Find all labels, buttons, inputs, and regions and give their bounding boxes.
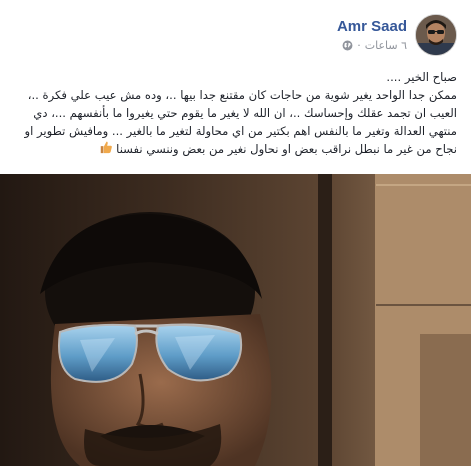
globe-icon[interactable]	[342, 40, 353, 51]
post-line: ممكن جدا الواحد يغير شوية من حاجات كان م…	[27, 88, 457, 102]
post-meta: Amr Saad · ٦ ساعات	[337, 18, 407, 52]
post-line-text: نجاح من غير ما نبطل نراقب بعض او نحاول ن…	[116, 142, 457, 156]
author-avatar[interactable]	[415, 14, 457, 56]
post-line: العيب ان تجمد عقلك وإحساسك ..، ان الله ل…	[33, 106, 457, 120]
post-line: صباح الخير ....	[386, 70, 457, 84]
post-timestamp[interactable]: ٦ ساعات	[365, 39, 407, 52]
post-header: Amr Saad · ٦ ساعات	[337, 14, 457, 56]
separator-dot: ·	[357, 39, 361, 52]
avatar-image	[416, 15, 456, 55]
post-subline: · ٦ ساعات	[337, 39, 407, 52]
thumbs-up-icon	[99, 140, 113, 159]
post-photo[interactable]	[0, 174, 471, 466]
post-line: منتهي العدالة وتغير ما بالنفس اهم بكتير …	[24, 124, 457, 138]
selfie-image	[0, 174, 471, 466]
facebook-post-card: Amr Saad · ٦ ساعات صباح الخير .... ممكن …	[0, 0, 471, 466]
author-name[interactable]: Amr Saad	[337, 18, 407, 36]
post-line-last: نجاح من غير ما نبطل نراقب بعض او نحاول ن…	[11, 140, 457, 159]
post-text: صباح الخير .... ممكن جدا الواحد يغير شوي…	[11, 68, 457, 159]
